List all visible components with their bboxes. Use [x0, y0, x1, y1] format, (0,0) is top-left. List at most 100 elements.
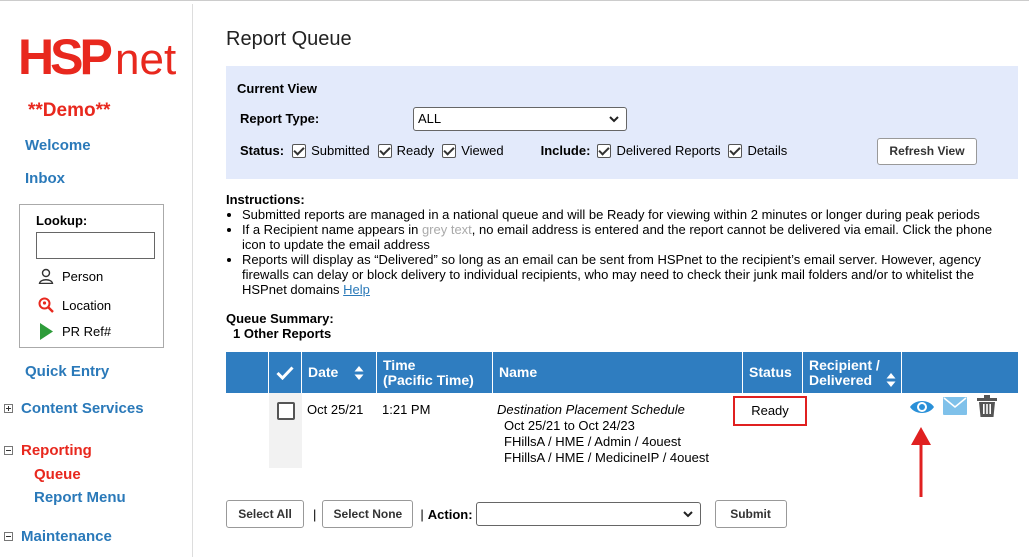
trash-icon[interactable] [977, 395, 997, 417]
select-all-button[interactable]: Select All [226, 500, 304, 528]
status-viewed-label: Viewed [461, 143, 504, 158]
nav-reporting[interactable]: Reporting [4, 442, 92, 459]
th-time-sublabel: (Pacific Time) [383, 371, 474, 388]
row-date-range: Oct 25/21 to Oct 24/23 [504, 418, 635, 433]
collapse-icon[interactable] [4, 532, 13, 541]
instruction-text: If a Recipient name appears in [242, 222, 422, 237]
include-label: Include: [540, 143, 591, 158]
status-submitted-checkbox[interactable] [292, 143, 307, 158]
sort-icon[interactable] [354, 365, 364, 381]
row-location: FHillsA / HME / Admin / 4ouest [504, 434, 682, 449]
status-ready-label: Ready [396, 143, 435, 158]
lookup-pr-ref-label: PR Ref# [62, 324, 112, 339]
chevron-down-icon [682, 511, 693, 518]
arrow-up-annotation [911, 427, 931, 497]
th-recipient[interactable]: Recipient / Delivered [803, 352, 902, 393]
instructions: Instructions: Submitted reports are mana… [226, 192, 1006, 297]
include-details-checkbox[interactable] [728, 143, 743, 158]
status-viewed-checkbox[interactable] [442, 143, 457, 158]
lookup-pr-ref[interactable]: PR Ref# [38, 323, 111, 340]
status-filter-row: Status: Submitted Ready Viewed Include: … [240, 143, 787, 158]
row-location: FHillsA / HME / MedicineIP / 4ouest [504, 450, 709, 465]
refresh-view-button[interactable]: Refresh View [877, 138, 977, 165]
nav-maintenance[interactable]: Maintenance [4, 528, 112, 545]
help-link[interactable]: Help [343, 282, 370, 297]
status-ready-checkbox[interactable] [377, 143, 392, 158]
expand-icon[interactable] [4, 404, 13, 413]
row-status-badge: Ready [733, 396, 807, 426]
queue-summary-heading: Queue Summary: [226, 311, 334, 326]
th-time-label: Time [383, 356, 416, 373]
separator: | [313, 506, 317, 522]
th-spacer [226, 352, 269, 393]
instruction-item: Submitted reports are managed in a natio… [242, 207, 1006, 222]
include-details[interactable]: Details [728, 143, 787, 158]
include-delivered[interactable]: Delivered Reports [597, 143, 720, 158]
status-label: Status: [240, 143, 285, 158]
select-none-button[interactable]: Select None [322, 500, 414, 528]
hspnet-logo: HSP net [18, 29, 176, 81]
sort-icon[interactable] [886, 372, 896, 388]
lookup-person[interactable]: Person [38, 268, 103, 284]
th-status: Status [743, 352, 803, 393]
row-report-name[interactable]: Destination Placement Schedule [497, 402, 709, 418]
queue-summary: Queue Summary: 1 Other Reports [226, 311, 334, 341]
nav-maintenance-label: Maintenance [21, 528, 112, 545]
lookup-input[interactable] [36, 232, 155, 259]
lookup-location[interactable]: Location [38, 297, 111, 313]
nav-reporting-label: Reporting [21, 442, 92, 459]
current-view-title: Current View [237, 81, 317, 96]
queue-summary-count: 1 Other Reports [233, 326, 332, 341]
include-details-label: Details [747, 143, 788, 158]
th-name-label: Name [499, 364, 538, 380]
th-select-all[interactable] [269, 352, 302, 393]
report-type-value: ALL [418, 111, 442, 126]
current-view-panel: Current View Report Type: ALL Status: Su… [226, 66, 1018, 179]
row-checkbox[interactable] [277, 402, 295, 420]
th-actions [902, 352, 1018, 393]
envelope-icon[interactable] [943, 397, 967, 415]
row-time: 1:21 PM [382, 402, 431, 417]
status-submitted-label: Submitted [311, 143, 370, 158]
lookup-panel: Lookup: Person Location PR Ref# [19, 204, 164, 348]
lookup-location-label: Location [62, 297, 112, 313]
include-delivered-label: Delivered Reports [616, 143, 721, 158]
row-name-block: Destination Placement Schedule Oct 25/21… [497, 402, 709, 466]
svg-text:HSP: HSP [18, 29, 111, 81]
table-row: Oct 25/21 1:21 PM Destination Placement … [226, 393, 1018, 497]
th-name: Name [493, 352, 743, 393]
sidebar: HSP net **Demo** Welcome Inbox Lookup: P… [0, 4, 193, 557]
location-search-icon [38, 297, 54, 313]
checkmark-icon [276, 365, 294, 380]
report-type-label: Report Type: [240, 111, 320, 126]
th-time: Time (Pacific Time) [377, 352, 493, 393]
nav-queue[interactable]: Queue [34, 466, 81, 483]
action-select[interactable] [475, 502, 701, 526]
th-recipient-sublabel: Delivered [809, 371, 873, 388]
nav-welcome[interactable]: Welcome [25, 137, 91, 154]
include-delivered-checkbox[interactable] [597, 143, 612, 158]
person-icon [38, 268, 54, 284]
page-title: Report Queue [226, 28, 352, 50]
status-submitted[interactable]: Submitted [292, 143, 370, 158]
collapse-icon[interactable] [4, 446, 13, 455]
nav-report-menu[interactable]: Report Menu [34, 489, 126, 506]
lookup-person-label: Person [62, 268, 104, 284]
separator: | [420, 506, 424, 522]
th-date-label: Date [308, 364, 339, 380]
eye-icon[interactable] [909, 399, 935, 415]
status-ready[interactable]: Ready [377, 143, 435, 158]
nav-quick-entry[interactable]: Quick Entry [25, 363, 109, 380]
submit-button[interactable]: Submit [714, 500, 787, 528]
instruction-item: If a Recipient name appears in grey text… [242, 222, 1006, 252]
status-viewed[interactable]: Viewed [442, 143, 504, 158]
row-date: Oct 25/21 [307, 402, 364, 417]
th-recipient-label: Recipient / [809, 356, 880, 373]
th-date[interactable]: Date [302, 352, 377, 393]
instruction-item: Reports will display as “Delivered” so l… [242, 252, 1006, 297]
play-icon [40, 323, 53, 340]
grey-text-sample: grey text [421, 222, 472, 237]
nav-inbox[interactable]: Inbox [25, 170, 65, 187]
nav-content-services[interactable]: Content Services [4, 400, 144, 417]
report-type-select[interactable]: ALL [413, 107, 627, 131]
